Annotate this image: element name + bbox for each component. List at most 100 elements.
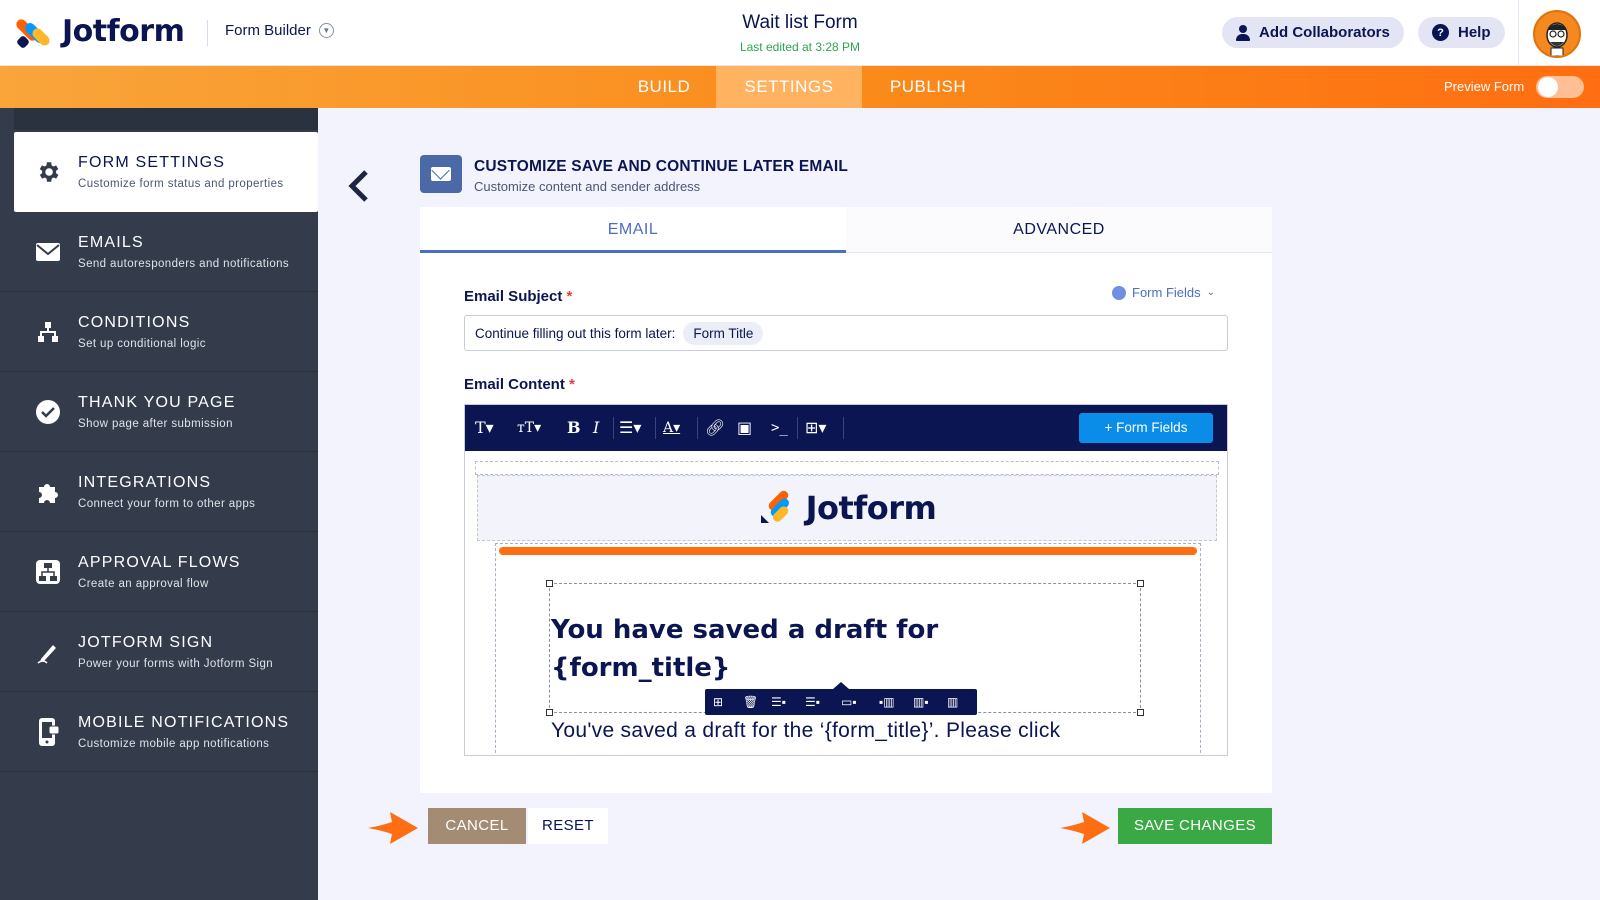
- email-canvas[interactable]: Jotform You have saved a draft for {form…: [465, 451, 1227, 755]
- insert-row-above-icon[interactable]: ☰▪: [771, 689, 786, 715]
- insert-form-fields-button[interactable]: + Form Fields: [1079, 413, 1213, 443]
- arrow-pointer-icon: [1060, 812, 1110, 844]
- brand-name: Jotform: [62, 14, 185, 49]
- check-circle-icon: [34, 398, 62, 426]
- main-nav: BUILD SETTINGS PUBLISH Preview Form: [0, 66, 1600, 108]
- reset-button[interactable]: RESET: [528, 808, 608, 844]
- form-title[interactable]: Wait list Form: [640, 12, 960, 34]
- form-fields-label: Form Fields: [1132, 285, 1201, 300]
- sidebar-item-subtitle: Connect your form to other apps: [78, 498, 256, 510]
- preview-form-toggle[interactable]: [1536, 76, 1584, 98]
- sidebar-item-subtitle: Customize mobile app notifications: [78, 738, 270, 750]
- last-edited-status: Last edited at 3:28 PM: [739, 40, 861, 54]
- sidebar-item-integrations[interactable]: INTEGRATIONS Connect your form to other …: [0, 452, 318, 532]
- form-builder-dropdown[interactable]: Form Builder ▼: [225, 22, 334, 39]
- pen-icon: [34, 638, 62, 666]
- delete-row-icon[interactable]: ▭▪: [841, 689, 857, 715]
- chevron-down-icon: ▼: [318, 23, 334, 38]
- settings-sidebar: FORM SETTINGS Customize form status and …: [0, 108, 318, 900]
- collapse-panel-button[interactable]: [344, 168, 374, 204]
- email-content-label: Email Content *: [464, 376, 575, 393]
- help-button[interactable]: ? Help: [1418, 17, 1505, 48]
- form-fields-icon: [1112, 285, 1126, 300]
- resize-handle[interactable]: [546, 709, 553, 716]
- insert-row-below-icon[interactable]: ☰▪: [805, 689, 820, 715]
- link-icon[interactable]: 🔗︎: [705, 405, 725, 451]
- section-subtitle: Customize content and sender address: [474, 179, 701, 194]
- sidebar-item-title: CONDITIONS: [78, 314, 191, 331]
- align-icon[interactable]: ☰▾: [619, 405, 641, 451]
- table-icon[interactable]: ⊞▾: [805, 405, 826, 451]
- toggle-knob: [1538, 77, 1558, 97]
- sidebar-item-subtitle: Customize form status and properties: [78, 178, 284, 190]
- sidebar-item-subtitle: Send autoresponders and notifications: [78, 258, 290, 270]
- sidebar-item-emails[interactable]: EMAILS Send autoresponders and notificat…: [0, 212, 318, 292]
- sidebar-item-form-settings[interactable]: FORM SETTINGS Customize form status and …: [14, 132, 318, 212]
- add-collaborators-button[interactable]: Add Collaborators: [1222, 17, 1404, 48]
- form-fields-dropdown[interactable]: Form Fields ⌄: [1112, 285, 1215, 300]
- form-title-tag[interactable]: Form Title: [683, 321, 764, 345]
- sidebar-item-mobile-notifications[interactable]: MOBILE NOTIFICATIONS Customize mobile ap…: [0, 692, 318, 772]
- chevron-down-icon: ⌄: [1206, 287, 1216, 298]
- resize-handle[interactable]: [1137, 709, 1144, 716]
- email-subject-input[interactable]: Continue filling out this form later: Fo…: [464, 315, 1228, 351]
- insert-column-right-icon[interactable]: ▥▪: [913, 689, 929, 715]
- toolbar-divider: [655, 417, 656, 439]
- tab-publish[interactable]: PUBLISH: [868, 66, 988, 108]
- canvas-row-outline: [475, 461, 1219, 475]
- sidebar-item-subtitle: Show page after submission: [78, 418, 233, 430]
- email-settings-panel: EMAIL ADVANCED Email Subject * Form Fiel…: [420, 207, 1272, 793]
- email-header-block[interactable]: Jotform: [477, 475, 1217, 541]
- sidebar-item-jotform-sign[interactable]: JOTFORM SIGN Power your forms with Jotfo…: [0, 612, 318, 692]
- avatar[interactable]: [1533, 10, 1581, 58]
- italic-icon[interactable]: I: [593, 405, 599, 451]
- sidebar-item-title: MOBILE NOTIFICATIONS: [78, 714, 290, 731]
- sidebar-item-approval-flows[interactable]: APPROVAL FLOWS Create an approval flow: [0, 532, 318, 612]
- email-section-icon: [420, 155, 462, 193]
- sidebar-item-title: INTEGRATIONS: [78, 474, 212, 491]
- tab-build[interactable]: BUILD: [616, 66, 712, 108]
- insert-column-left-icon[interactable]: ▪▥: [879, 689, 895, 715]
- help-label: Help: [1458, 24, 1491, 41]
- sidebar-item-title: FORM SETTINGS: [78, 154, 226, 171]
- cancel-button[interactable]: CANCEL: [428, 808, 526, 844]
- sidebar-item-subtitle: Create an approval flow: [78, 578, 209, 590]
- sidebar-item-title: APPROVAL FLOWS: [78, 554, 241, 571]
- resize-handle[interactable]: [1137, 580, 1144, 587]
- delete-column-icon[interactable]: ▥: [947, 689, 958, 715]
- required-mark: *: [566, 288, 573, 305]
- email-heading[interactable]: You have saved a draft for {form_title}: [551, 611, 1111, 687]
- toolbar-divider: [843, 417, 844, 439]
- tab-advanced[interactable]: ADVANCED: [846, 207, 1272, 253]
- email-subject-label-text: Email Subject: [464, 288, 563, 305]
- font-family-icon[interactable]: T▾: [475, 405, 494, 451]
- avatar-face-icon: [1546, 22, 1568, 56]
- sidebar-top-strip: [14, 108, 318, 130]
- text-color-icon[interactable]: A▾: [663, 405, 680, 451]
- add-collaborators-label: Add Collaborators: [1259, 24, 1390, 41]
- trash-icon[interactable]: 🗑︎: [743, 689, 758, 715]
- jotform-logo[interactable]: Jotform: [14, 14, 185, 49]
- email-heading-line: {form_title}: [551, 653, 731, 683]
- resize-handle[interactable]: [546, 580, 553, 587]
- font-size-icon[interactable]: ᴛT▾: [517, 405, 541, 451]
- flow-icon: [34, 558, 62, 586]
- email-subject-label: Email Subject *: [464, 288, 572, 305]
- tab-email[interactable]: EMAIL: [420, 207, 846, 253]
- preview-form-label: Preview Form: [1444, 79, 1525, 94]
- sidebar-item-thank-you-page[interactable]: THANK YOU PAGE Show page after submissio…: [0, 372, 318, 452]
- gear-icon: [34, 158, 62, 186]
- save-changes-button[interactable]: SAVE CHANGES: [1118, 808, 1272, 844]
- table-icon[interactable]: ⊞: [713, 689, 723, 715]
- sidebar-item-title: EMAILS: [78, 234, 144, 251]
- email-body-text[interactable]: You've saved a draft for the ‘{form_titl…: [551, 719, 1060, 743]
- email-heading-line: You have saved a draft for: [551, 615, 939, 645]
- code-icon[interactable]: >_: [771, 405, 788, 451]
- bold-icon[interactable]: B: [567, 405, 581, 451]
- image-icon[interactable]: ▣: [737, 405, 752, 451]
- table-cell-toolbar: ⊞ 🗑︎ ☰▪ ☰▪ ▭▪ ▪▥ ▥▪ ▥: [705, 682, 977, 715]
- email-content-editor[interactable]: T▾ ᴛT▾ B I ☰▾ A▾ 🔗︎ ▣ >_ ⊞▾ + Form Field…: [464, 404, 1228, 756]
- tab-settings[interactable]: SETTINGS: [716, 66, 862, 108]
- sidebar-item-conditions[interactable]: CONDITIONS Set up conditional logic: [0, 292, 318, 372]
- toolbar-divider: [797, 417, 798, 439]
